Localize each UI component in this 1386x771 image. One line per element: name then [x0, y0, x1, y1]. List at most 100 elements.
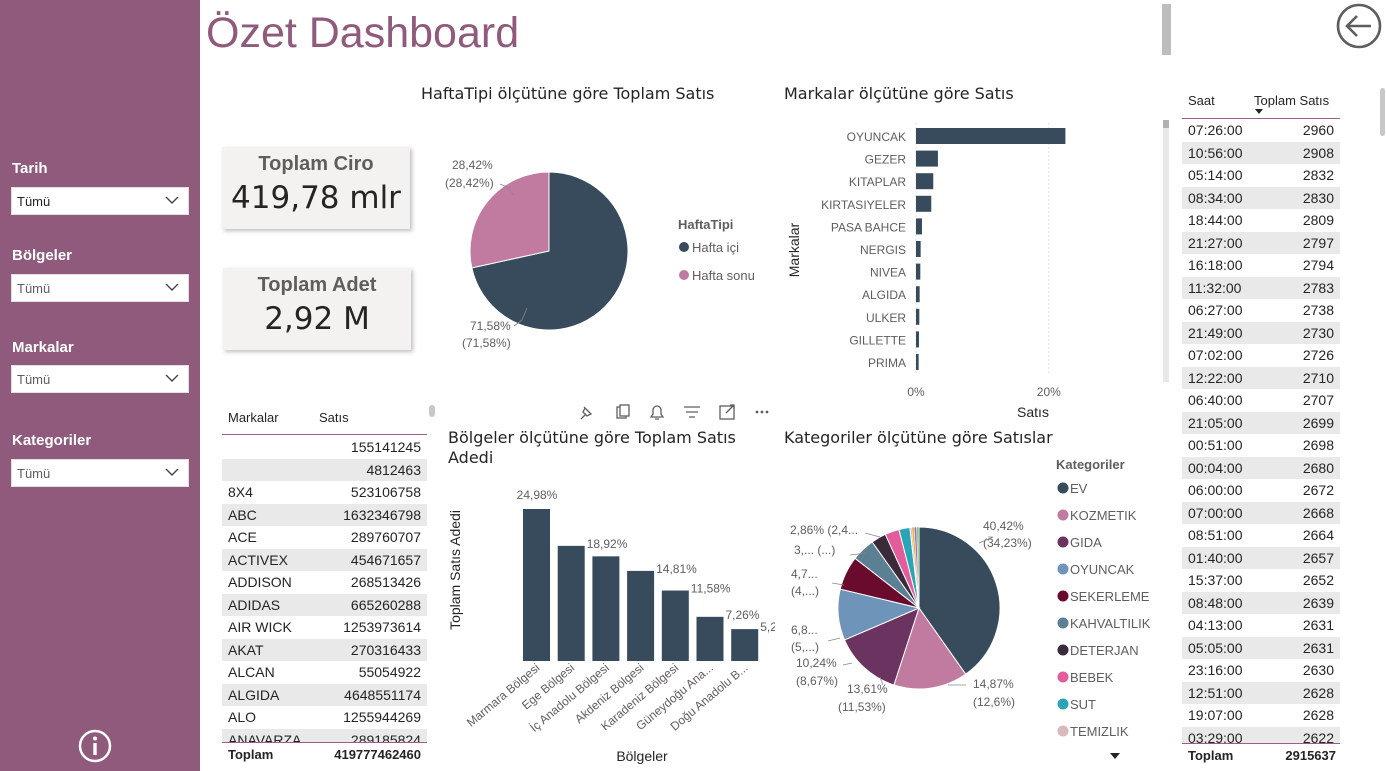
- table-row[interactable]: 00:04:00 2680: [1182, 456, 1340, 479]
- legend-marker: [1057, 644, 1069, 656]
- table-row[interactable]: 12:22:00 2710: [1182, 366, 1340, 389]
- markalar-bar-chart[interactable]: OYUNCAK GEZER KITAPLAR KIRTASIYELER PASA BAH…: [780, 115, 1175, 425]
- filter-icon[interactable]: [684, 406, 700, 418]
- table-cell: 2639: [1302, 594, 1334, 611]
- table-row[interactable]: 07:02:00 2726: [1182, 344, 1340, 367]
- table-cell: 4812463: [366, 461, 421, 478]
- bar-gillette[interactable]: [916, 331, 919, 348]
- page-scrollbar-thumb[interactable]: [1162, 4, 1171, 55]
- bar-kirtasiyeler[interactable]: [916, 195, 932, 212]
- page-title: Özet Dashboard: [206, 9, 520, 57]
- table-row[interactable]: ACE 289760707: [222, 526, 427, 549]
- bar-ege-b-lgesi[interactable]: [557, 545, 585, 661]
- table-row[interactable]: 12:51:00 2628: [1182, 681, 1340, 704]
- table-cell: 2672: [1302, 482, 1334, 498]
- brand-table-scrollbar[interactable]: [429, 405, 435, 417]
- kategoriler-dropdown[interactable]: Tümü: [11, 459, 189, 487]
- legend-scroll-down-icon[interactable]: [1110, 753, 1120, 759]
- table-row[interactable]: AIR WICK 1253973614: [222, 616, 427, 639]
- table-row[interactable]: 16:18:00 2794: [1182, 254, 1340, 277]
- table-row[interactable]: 18:44:00 2809: [1182, 209, 1340, 232]
- brand-table-header-markalar[interactable]: Markalar: [228, 410, 279, 425]
- table-cell: 155141245: [350, 439, 421, 455]
- bar-algida[interactable]: [916, 286, 920, 303]
- time-table-scrollbar[interactable]: [1380, 88, 1385, 136]
- table-row[interactable]: 23:16:00 2630: [1182, 659, 1340, 682]
- table-row[interactable]: 07:26:00 2960: [1182, 119, 1340, 142]
- sort-descending-icon[interactable]: [1255, 109, 1263, 115]
- kategoriler-pie-chart[interactable]: 40,42%(34,23%)14,87%(12,6%)13,61%(11,53%…: [780, 455, 1165, 767]
- table-row[interactable]: 06:00:00 2672: [1182, 479, 1340, 502]
- bar-akdeniz-b-lgesi[interactable]: [627, 570, 655, 661]
- table-row[interactable]: 4812463: [222, 458, 427, 481]
- bar-kitaplar[interactable]: [916, 173, 934, 190]
- bar-i-anadolu-b-lgesi[interactable]: [592, 556, 620, 661]
- bar-ulker[interactable]: [916, 308, 920, 325]
- legend-item-hafta-sonu: Hafta sonu: [692, 268, 755, 283]
- table-row[interactable]: 00:51:00 2698: [1182, 434, 1340, 457]
- table-row[interactable]: 155141245: [222, 436, 427, 459]
- table-row[interactable]: 05:05:00 2631: [1182, 636, 1340, 659]
- time-table-header-saat[interactable]: Saat: [1188, 93, 1215, 108]
- table-row[interactable]: ACTIVEX 454671657: [222, 548, 427, 571]
- table-cell: 2698: [1302, 437, 1334, 453]
- table-row[interactable]: 10:56:00 2908: [1182, 141, 1340, 164]
- table-cell: 2797: [1302, 234, 1334, 251]
- haftatipi-pie-chart[interactable]: 71,58% (71,58%) 28,42% (28,42%) HaftaTipi Haf…: [430, 140, 780, 370]
- table-row[interactable]: 08:48:00 2639: [1182, 591, 1340, 614]
- table-row[interactable]: 01:40:00 2657: [1182, 546, 1340, 569]
- bar-pasa-bahce[interactable]: [916, 218, 922, 235]
- bell-icon[interactable]: [649, 405, 665, 420]
- table-row[interactable]: 05:14:00 2832: [1182, 164, 1340, 187]
- table-row[interactable]: 11:32:00 2783: [1182, 276, 1340, 299]
- table-row[interactable]: 21:27:00 2797: [1182, 231, 1340, 254]
- bar-prima[interactable]: [916, 354, 919, 370]
- bar-nergis[interactable]: [916, 241, 921, 257]
- table-row[interactable]: 15:37:00 2652: [1182, 569, 1340, 592]
- table-row[interactable]: 04:13:00 2631: [1182, 614, 1340, 637]
- table-row[interactable]: ABC 1632346798: [222, 503, 427, 526]
- table-row[interactable]: ADDISON 268513426: [222, 571, 427, 594]
- table-row[interactable]: AKAT 270316433: [222, 638, 427, 661]
- bar-g-neydo-u-ana[interactable]: [696, 616, 724, 661]
- markalar-dropdown[interactable]: Tümü: [11, 365, 189, 393]
- table-row[interactable]: ALO 1255944269: [222, 706, 427, 729]
- table-row[interactable]: ADIDAS 665260288: [222, 593, 427, 616]
- table-row[interactable]: ALCAN 55054922: [222, 661, 427, 684]
- table-row[interactable]: 06:40:00 2707: [1182, 389, 1340, 412]
- legend-item-ev: EV: [1070, 481, 1088, 496]
- pin-icon[interactable]: [580, 406, 593, 420]
- table-row[interactable]: 19:07:00 2628: [1182, 704, 1340, 727]
- table-cell: 2710: [1302, 369, 1334, 386]
- chart-scrollbar-thumb[interactable]: [1163, 120, 1169, 128]
- table-row[interactable]: 03:29:00 2622: [1182, 726, 1340, 743]
- table-row[interactable]: 21:05:00 2699: [1182, 411, 1340, 434]
- table-cell: 10:56:00: [1188, 144, 1243, 161]
- kpi-card-value: 2,92 M: [264, 301, 370, 337]
- info-icon[interactable]: [77, 728, 113, 764]
- bolgeler-dropdown-value: Tümü: [17, 281, 51, 296]
- bar-oyuncak[interactable]: [916, 128, 1066, 144]
- bar-nivea[interactable]: [916, 263, 921, 280]
- bar-do-u-anadolu-b[interactable]: [731, 629, 759, 661]
- time-table-header-toplam-satis[interactable]: Toplam Satıs: [1254, 93, 1329, 108]
- copy-icon[interactable]: [616, 404, 630, 419]
- focus-mode-icon[interactable]: [719, 404, 735, 420]
- table-row[interactable]: 07:00:00 2668: [1182, 501, 1340, 524]
- bar-gezer[interactable]: [916, 150, 938, 167]
- tarih-dropdown[interactable]: Tümü: [11, 187, 189, 215]
- brand-table-header-satis[interactable]: Satıs: [319, 410, 349, 425]
- table-row[interactable]: ALGIDA 4648551174: [222, 683, 427, 706]
- table-row[interactable]: 08:51:00 2664: [1182, 524, 1340, 547]
- table-row[interactable]: 21:49:00 2730: [1182, 321, 1340, 344]
- back-arrow-icon[interactable]: [1335, 2, 1383, 50]
- bolgeler-dropdown[interactable]: Tümü: [11, 274, 189, 302]
- table-row[interactable]: 06:27:00 2738: [1182, 299, 1340, 322]
- more-options-icon[interactable]: [755, 410, 769, 414]
- bolgeler-bar-chart[interactable]: 24,98%Marmara Bölgesi18,92%Ege Bölgesiİç…: [440, 470, 775, 770]
- bar-karadeniz-b-lgesi[interactable]: [661, 590, 689, 661]
- table-row[interactable]: 8X4 523106758: [222, 481, 427, 504]
- table-row[interactable]: ANAVARZA 289185824: [222, 728, 427, 742]
- bar-marmara-b-lgesi[interactable]: [523, 509, 550, 661]
- table-row[interactable]: 08:34:00 2830: [1182, 186, 1340, 209]
